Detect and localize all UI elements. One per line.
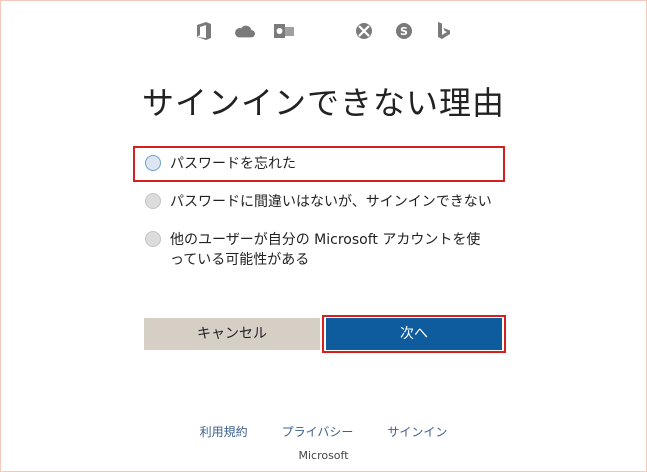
outlook-icon (273, 20, 295, 42)
office-icon (193, 20, 215, 42)
option-label: パスワードに間違いはないが、サインインできない (170, 194, 492, 210)
reason-options: パスワードを忘れた パスワードに間違いはないが、サインインできない 他のユーザー… (133, 146, 505, 280)
footer-links: 利用規約 プライバシー サインイン (0, 423, 647, 440)
bing-icon (433, 20, 455, 42)
terms-link[interactable]: 利用規約 (200, 423, 248, 440)
svg-text:S: S (400, 25, 408, 38)
option-password-correct-cannot-sign-in[interactable]: パスワードに間違いはないが、サインインできない (133, 184, 505, 220)
radio-button[interactable] (145, 231, 161, 247)
option-label: パスワードを忘れた (170, 156, 296, 172)
sign-in-link[interactable]: サインイン (387, 423, 447, 440)
skype-icon: S (393, 20, 415, 42)
microsoft-logo (313, 20, 335, 42)
page-title: サインインできない理由 (141, 84, 505, 122)
footer-brand: Microsoft (298, 449, 349, 462)
option-label: 他のユーザーが自分の Microsoft アカウントを使っている可能性がある (170, 232, 481, 268)
product-icon-row: S (0, 20, 647, 42)
next-button-highlight: 次へ (322, 315, 506, 353)
privacy-link[interactable]: プライバシー (282, 423, 354, 440)
radio-button[interactable] (145, 155, 161, 171)
cancel-button[interactable]: キャンセル (144, 318, 320, 350)
radio-button[interactable] (145, 193, 161, 209)
xbox-icon (353, 20, 375, 42)
onedrive-icon (233, 20, 255, 42)
next-button[interactable]: 次へ (326, 318, 502, 350)
option-account-used-by-other[interactable]: 他のユーザーが自分の Microsoft アカウントを使っている可能性がある (133, 222, 505, 278)
option-forgot-password[interactable]: パスワードを忘れた (133, 146, 505, 182)
